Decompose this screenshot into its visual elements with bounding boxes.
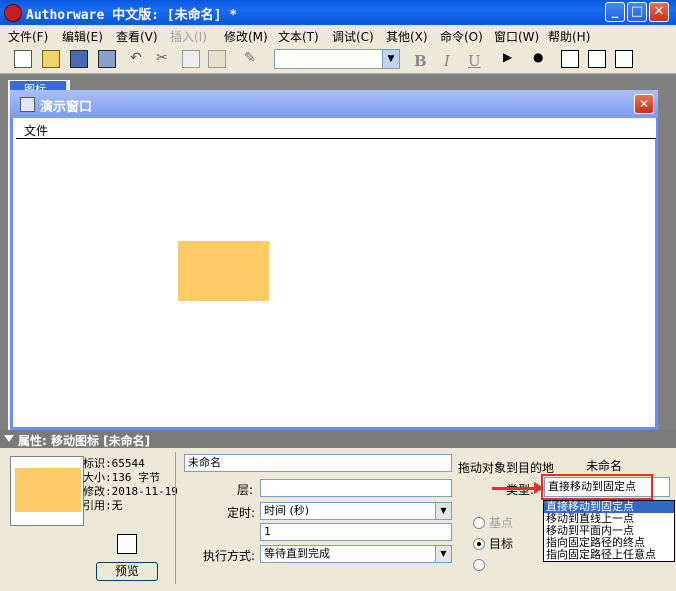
- menu-modify[interactable]: 修改(M): [224, 28, 268, 45]
- maximize-button[interactable]: □: [627, 2, 647, 22]
- italic-button[interactable]: I: [444, 52, 450, 70]
- presentation-title-bar: 演示窗口 ✕: [10, 90, 658, 118]
- presentation-close-button[interactable]: ✕: [634, 94, 654, 114]
- open-edit-icon[interactable]: [117, 534, 137, 554]
- preview-button[interactable]: 预览: [96, 562, 158, 581]
- exec-value: 等待直到完成: [264, 547, 330, 560]
- title-bar: Authorware 中文版: [未命名] * _ □ ✕: [0, 0, 676, 25]
- icon-name-field[interactable]: 未命名: [184, 454, 452, 472]
- run-icon[interactable]: ▶: [503, 50, 521, 68]
- bold-button[interactable]: B: [414, 52, 427, 70]
- properties-header[interactable]: 属性: 移动图标 [未命名]: [0, 430, 676, 448]
- variables-icon[interactable]: [588, 50, 606, 68]
- font-combo[interactable]: ▼: [274, 49, 400, 69]
- layer-field[interactable]: [260, 479, 452, 497]
- properties-title: 属性: 移动图标 [未命名]: [18, 434, 151, 448]
- control-panel-icon[interactable]: ●: [533, 50, 551, 68]
- radio-target-label: 目标: [489, 537, 514, 551]
- radio-base-label: 基点: [489, 516, 514, 530]
- presentation-menu-file[interactable]: 文件: [24, 122, 48, 139]
- presentation-menu-bar: 文件: [16, 118, 656, 139]
- thumbnail-shape: [15, 468, 81, 512]
- radio-base[interactable]: [473, 517, 485, 529]
- copy-icon[interactable]: [182, 50, 200, 68]
- collapse-triangle-icon[interactable]: [4, 435, 14, 442]
- drag-label: 拖动对象到目的地: [458, 461, 555, 475]
- layer-label: 层:: [237, 483, 254, 497]
- icon-thumbnail: [10, 456, 84, 526]
- chevron-down-icon[interactable]: ▼: [382, 50, 399, 68]
- type-dropdown-list: 直接移动到固定点 移动到直线上一点 移动到平面内一点 指向固定路径的终点 指向固…: [543, 500, 675, 562]
- radio-end[interactable]: [473, 559, 485, 571]
- menu-bar: 文件(F) 编辑(E) 查看(V) 插入(I) 修改(M) 文本(T) 调试(C…: [0, 25, 676, 45]
- chevron-down-icon[interactable]: ▼: [435, 503, 451, 519]
- menu-other[interactable]: 其他(X): [386, 28, 428, 45]
- menu-help[interactable]: 帮助(H): [548, 28, 590, 45]
- menu-commands[interactable]: 命令(O): [440, 28, 483, 45]
- underline-button[interactable]: U: [468, 52, 481, 70]
- chevron-down-icon[interactable]: ▼: [435, 546, 451, 562]
- menu-view[interactable]: 查看(V): [116, 28, 158, 45]
- menu-file[interactable]: 文件(F): [8, 28, 48, 45]
- time-field[interactable]: 1: [260, 523, 452, 541]
- maximize-icon: □: [630, 4, 644, 19]
- save-all-icon[interactable]: [70, 50, 88, 68]
- open-folder-icon[interactable]: [42, 50, 60, 68]
- presentation-title: 演示窗口: [40, 100, 93, 115]
- app-icon[interactable]: [4, 4, 22, 22]
- close-icon: ✕: [638, 97, 650, 111]
- close-button[interactable]: ✕: [649, 2, 669, 22]
- cut-icon[interactable]: ✂: [156, 50, 174, 68]
- minimize-icon: _: [611, 4, 619, 19]
- menu-edit[interactable]: 编辑(E): [62, 28, 103, 45]
- timing-label: 定时:: [227, 506, 256, 520]
- moving-object-rectangle[interactable]: [178, 241, 269, 301]
- timing-value: 时间 (秒): [264, 504, 310, 517]
- drag-object-name: 未命名: [586, 459, 623, 473]
- window-title: Authorware 中文版: [未命名] *: [26, 8, 238, 23]
- import-icon[interactable]: [98, 50, 116, 68]
- new-file-icon[interactable]: [14, 50, 32, 68]
- annotation-arrow: [492, 487, 536, 490]
- close-icon: ✕: [653, 4, 665, 19]
- menu-debug[interactable]: 调试(C): [332, 28, 374, 45]
- menu-window[interactable]: 窗口(W): [494, 28, 539, 45]
- exec-label: 执行方式:: [203, 549, 256, 563]
- minimize-button[interactable]: _: [605, 2, 625, 22]
- presentation-window-icon: [20, 97, 35, 112]
- exec-dropdown[interactable]: 等待直到完成 ▼: [260, 545, 452, 563]
- radio-target[interactable]: [473, 538, 485, 550]
- annotation-highlight-box: [541, 474, 653, 500]
- find-icon[interactable]: ✎: [244, 50, 262, 68]
- knowledge-objects-icon[interactable]: [615, 50, 633, 68]
- menu-insert[interactable]: 插入(I): [170, 28, 207, 45]
- icon-references: 引用:无: [83, 499, 123, 512]
- type-option[interactable]: 指向固定路径上任意点: [544, 549, 674, 561]
- divider: [175, 452, 176, 584]
- menu-text[interactable]: 文本(T): [278, 28, 319, 45]
- undo-icon[interactable]: ↶: [130, 50, 148, 68]
- presentation-window[interactable]: [10, 90, 658, 430]
- functions-icon[interactable]: [561, 50, 579, 68]
- timing-dropdown[interactable]: 时间 (秒) ▼: [260, 502, 452, 520]
- paste-icon[interactable]: [208, 50, 226, 68]
